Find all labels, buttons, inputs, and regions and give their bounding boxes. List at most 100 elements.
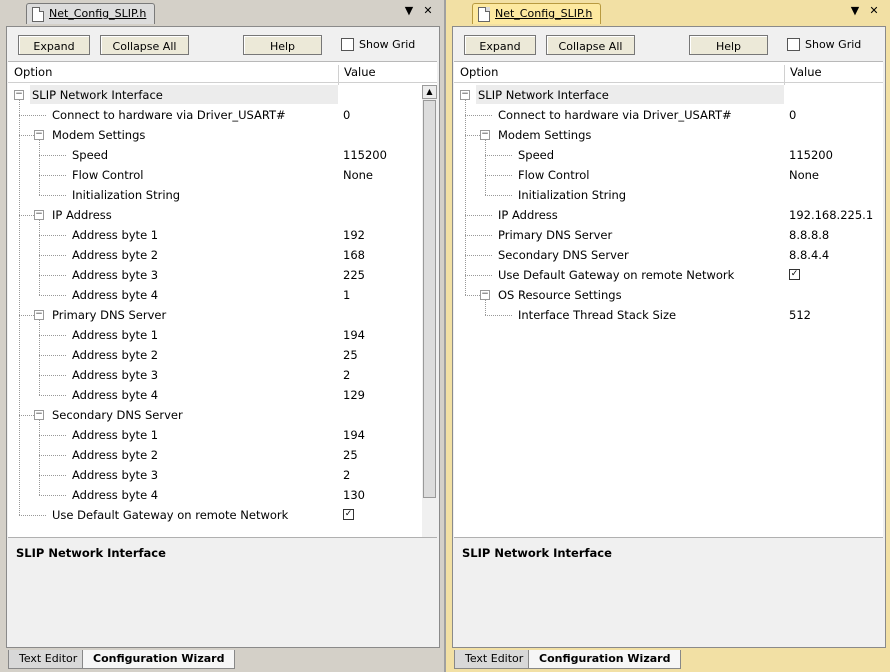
option-value[interactable]: 2	[343, 468, 350, 482]
tree-row[interactable]: − SLIP Network Interface	[454, 85, 883, 105]
option-value[interactable]: 192.168.225.1	[789, 208, 873, 222]
collapse-all-button[interactable]: Collapse All	[546, 35, 635, 55]
tree-row[interactable]: − OS Resource Settings	[454, 285, 883, 305]
tree-row[interactable]: Speed 115200	[454, 145, 883, 165]
file-tab[interactable]: Net_Config_SLIP.h	[26, 3, 156, 24]
tree-row[interactable]: Address byte 4 130	[8, 485, 437, 505]
collapse-toggle-icon[interactable]: −	[480, 290, 490, 300]
tab-configuration-wizard[interactable]: Configuration Wizard	[528, 650, 682, 669]
tree-connector	[39, 155, 66, 156]
tree-row[interactable]: Initialization String	[454, 185, 883, 205]
dropdown-icon[interactable]: ▼	[402, 4, 416, 17]
option-value[interactable]: 192	[343, 228, 365, 242]
collapse-toggle-icon[interactable]: −	[34, 310, 44, 320]
tree-row[interactable]: Address byte 3 225	[8, 265, 437, 285]
tree-row[interactable]: − Modem Settings	[8, 125, 437, 145]
option-value[interactable]: 8.8.8.8	[789, 228, 829, 242]
tree-row[interactable]: Flow Control None	[8, 165, 437, 185]
column-separator[interactable]	[784, 65, 785, 85]
tree-row[interactable]: Address byte 1 194	[8, 425, 437, 445]
collapse-toggle-icon[interactable]: −	[34, 210, 44, 220]
collapse-all-button[interactable]: Collapse All	[100, 35, 189, 55]
option-value[interactable]: None	[789, 168, 819, 182]
help-button[interactable]: Help	[689, 35, 768, 55]
collapse-toggle-icon[interactable]: −	[460, 90, 470, 100]
collapse-toggle-icon[interactable]: −	[34, 410, 44, 420]
show-grid-checkbox[interactable]: Show Grid	[341, 37, 415, 52]
help-button[interactable]: Help	[243, 35, 322, 55]
option-value[interactable]: 0	[343, 108, 350, 122]
tree-connector	[39, 475, 66, 476]
tree-row[interactable]: Address byte 1 194	[8, 325, 437, 345]
option-label: OS Resource Settings	[498, 288, 622, 302]
option-label: Address byte 1	[72, 428, 159, 442]
column-separator[interactable]	[338, 65, 339, 85]
close-icon[interactable]: ✕	[421, 4, 435, 17]
option-value[interactable]: 194	[343, 328, 365, 342]
option-value[interactable]: 8.8.4.4	[789, 248, 829, 262]
tree-row[interactable]: Use Default Gateway on remote Network ✓	[8, 505, 437, 525]
tree-row[interactable]: Address byte 3 2	[8, 365, 437, 385]
tab-configuration-wizard[interactable]: Configuration Wizard	[82, 650, 236, 669]
tree-row[interactable]: Use Default Gateway on remote Network ✓	[454, 265, 883, 285]
value-checkbox[interactable]: ✓	[343, 509, 354, 520]
tree-row[interactable]: Address byte 2 25	[8, 345, 437, 365]
tree-row[interactable]: Connect to hardware via Driver_USART# 0	[8, 105, 437, 125]
option-value[interactable]: 512	[789, 308, 811, 322]
tree-row[interactable]: Address byte 4 1	[8, 285, 437, 305]
option-value[interactable]: 225	[343, 268, 365, 282]
option-value[interactable]: 168	[343, 248, 365, 262]
tree-row[interactable]: Connect to hardware via Driver_USART# 0	[454, 105, 883, 125]
tree-row[interactable]: Primary DNS Server 8.8.8.8	[454, 225, 883, 245]
tab-text-editor[interactable]: Text Editor	[454, 650, 535, 669]
expand-all-button[interactable]: Expand All	[464, 35, 536, 72]
tree-row[interactable]: Speed 115200	[8, 145, 437, 165]
checkbox-box[interactable]	[341, 37, 354, 51]
option-value[interactable]: 115200	[789, 148, 833, 162]
collapse-toggle-icon[interactable]: −	[34, 130, 44, 140]
tree-row[interactable]: Interface Thread Stack Size 512	[454, 305, 883, 325]
option-value[interactable]: 194	[343, 428, 365, 442]
option-label: Primary DNS Server	[52, 308, 167, 322]
tree-row[interactable]: − Secondary DNS Server	[8, 405, 437, 425]
close-icon[interactable]: ✕	[867, 4, 881, 17]
tree-row[interactable]: − Modem Settings	[454, 125, 883, 145]
scroll-up-icon[interactable]: ▲	[422, 85, 437, 99]
file-tab[interactable]: Net_Config_SLIP.h	[472, 3, 602, 24]
tree-row[interactable]: − Primary DNS Server	[8, 305, 437, 325]
expand-all-button[interactable]: Expand All	[18, 35, 90, 72]
option-value[interactable]: 2	[343, 368, 350, 382]
option-column-header: Option	[460, 65, 499, 79]
tree-row[interactable]: Secondary DNS Server 8.8.4.4	[454, 245, 883, 265]
tree-connector	[39, 235, 66, 236]
option-value[interactable]: 130	[343, 488, 365, 502]
tree-row[interactable]: Address byte 3 2	[8, 465, 437, 485]
tree-row[interactable]: − IP Address	[8, 205, 437, 225]
option-value[interactable]: 25	[343, 448, 358, 462]
dropdown-icon[interactable]: ▼	[848, 4, 862, 17]
option-value[interactable]: 1	[343, 288, 350, 302]
option-value[interactable]: None	[343, 168, 373, 182]
show-grid-checkbox[interactable]: Show Grid	[787, 37, 861, 52]
option-value[interactable]: 25	[343, 348, 358, 362]
collapse-toggle-icon[interactable]: −	[14, 90, 24, 100]
tree-row[interactable]: Address byte 4 129	[8, 385, 437, 405]
tree-row[interactable]: − SLIP Network Interface	[8, 85, 437, 105]
option-value[interactable]: 115200	[343, 148, 387, 162]
tree-row[interactable]: Flow Control None	[454, 165, 883, 185]
option-value[interactable]: 129	[343, 388, 365, 402]
collapse-toggle-icon[interactable]: −	[480, 130, 490, 140]
tree-row[interactable]: Address byte 1 192	[8, 225, 437, 245]
file-tab-bar: Net_Config_SLIP.h ▼ ✕	[446, 0, 890, 24]
tree-row[interactable]: IP Address 192.168.225.1	[454, 205, 883, 225]
tab-text-editor[interactable]: Text Editor	[8, 650, 89, 669]
tree-row[interactable]: Address byte 2 25	[8, 445, 437, 465]
option-label: Address byte 2	[72, 448, 159, 462]
scroll-thumb[interactable]	[423, 100, 436, 498]
option-value[interactable]: 0	[789, 108, 796, 122]
vertical-scrollbar[interactable]: ▲ ▼	[422, 85, 437, 563]
value-checkbox[interactable]: ✓	[789, 269, 800, 280]
tree-row[interactable]: Address byte 2 168	[8, 245, 437, 265]
tree-row[interactable]: Initialization String	[8, 185, 437, 205]
checkbox-box[interactable]	[787, 37, 800, 51]
